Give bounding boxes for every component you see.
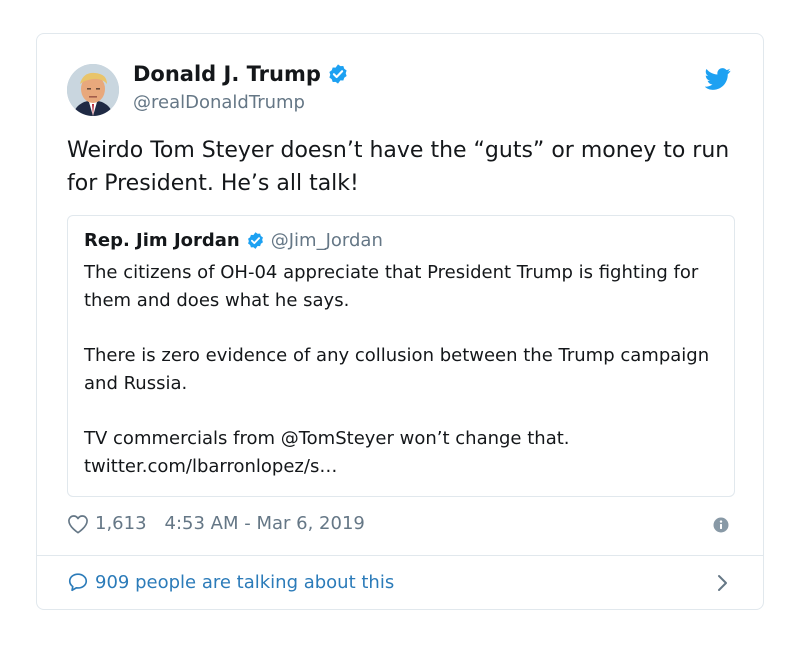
info-icon[interactable]	[713, 517, 729, 533]
twitter-bird-icon[interactable]	[705, 68, 731, 90]
verified-badge-icon	[247, 232, 263, 249]
tweet-timestamp[interactable]: 4:53 AM - Mar 6, 2019	[165, 513, 365, 534]
author-handle[interactable]: @realDonaldTrump	[133, 92, 305, 113]
conversation-link[interactable]: 909 people are talking about this	[67, 571, 394, 593]
like-count[interactable]: 1,613	[95, 513, 147, 534]
author-row: Donald J. Trump	[133, 62, 349, 86]
quoted-paragraph: The citizens of OH-04 appreciate that Pr…	[84, 262, 699, 311]
quoted-author-handle[interactable]: @Jim_Jordan	[271, 230, 383, 251]
avatar-portrait	[67, 64, 119, 116]
chevron-right-icon[interactable]	[717, 574, 729, 592]
speech-bubble-icon	[68, 573, 88, 592]
quoted-author-row: Rep. Jim Jordan @Jim_Jordan	[84, 230, 383, 251]
tweet-meta: 1,613 4:53 AM - Mar 6, 2019	[67, 513, 365, 534]
conversation-label[interactable]: 909 people are talking about this	[95, 572, 394, 593]
quoted-paragraph: There is zero evidence of any collusion …	[84, 345, 710, 394]
verified-badge-icon	[329, 64, 347, 84]
divider	[37, 555, 763, 556]
author-name[interactable]: Donald J. Trump	[133, 62, 321, 86]
heart-icon[interactable]	[67, 514, 89, 534]
avatar[interactable]	[67, 64, 119, 116]
tweet-card[interactable]: Donald J. Trump @realDonaldTrump Weirdo …	[36, 33, 764, 610]
quoted-author-name[interactable]: Rep. Jim Jordan	[84, 230, 240, 251]
tweet-text: Weirdo Tom Steyer doesn’t have the “guts…	[67, 138, 730, 196]
quoted-tweet[interactable]: Rep. Jim Jordan @Jim_Jordan The citizens…	[67, 215, 735, 497]
quoted-paragraph[interactable]: TV commercials from @TomSteyer won’t cha…	[84, 425, 724, 481]
quoted-tweet-text: The citizens of OH-04 appreciate that Pr…	[84, 259, 724, 481]
